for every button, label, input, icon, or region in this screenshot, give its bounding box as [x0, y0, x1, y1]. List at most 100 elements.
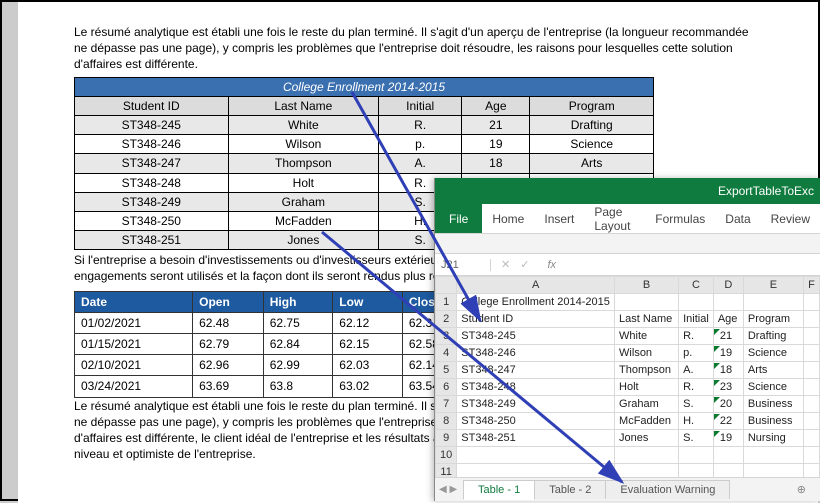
cell[interactable] — [803, 379, 819, 396]
cell[interactable]: ST348-250 — [457, 413, 615, 430]
cell[interactable]: Drafting — [743, 328, 803, 345]
cell[interactable] — [803, 362, 819, 379]
ribbon-data[interactable]: Data — [715, 204, 760, 233]
select-all-corner[interactable] — [436, 277, 457, 294]
cell[interactable] — [743, 464, 803, 478]
cell[interactable]: Initial — [679, 311, 714, 328]
cell[interactable]: College Enrollment 2014-2015 — [457, 294, 615, 311]
row-header[interactable]: 10 — [436, 447, 457, 464]
cell[interactable] — [713, 294, 743, 311]
row-header[interactable]: 6 — [436, 379, 457, 396]
cell[interactable]: 20 — [713, 396, 743, 413]
name-box[interactable]: J21 — [435, 259, 491, 271]
column-header[interactable]: E — [743, 277, 803, 294]
column-header[interactable]: B — [615, 277, 679, 294]
cell[interactable] — [803, 311, 819, 328]
ribbon-formulas[interactable]: Formulas — [645, 204, 715, 233]
cell[interactable]: Science — [743, 345, 803, 362]
cell[interactable] — [679, 294, 714, 311]
cell[interactable]: ST348-251 — [457, 430, 615, 447]
cell[interactable]: Student ID — [457, 311, 615, 328]
tab-evaluation-warning[interactable]: Evaluation Warning — [605, 480, 730, 499]
ribbon-home[interactable]: Home — [482, 204, 534, 233]
row-header[interactable]: 2 — [436, 311, 457, 328]
cell[interactable]: Business — [743, 396, 803, 413]
cell[interactable] — [803, 294, 819, 311]
cell[interactable]: Thompson — [615, 362, 679, 379]
ribbon-insert[interactable]: Insert — [534, 204, 584, 233]
cell[interactable]: R. — [679, 328, 714, 345]
cell[interactable]: 19 — [713, 430, 743, 447]
cell[interactable] — [803, 345, 819, 362]
row-header[interactable]: 1 — [436, 294, 457, 311]
cell[interactable]: H. — [679, 413, 714, 430]
cell[interactable] — [803, 413, 819, 430]
cell[interactable]: Business — [743, 413, 803, 430]
cell[interactable]: Graham — [615, 396, 679, 413]
cell[interactable]: Science — [743, 379, 803, 396]
cell[interactable]: 21 — [713, 328, 743, 345]
cell[interactable] — [803, 464, 819, 478]
cell[interactable]: Age — [713, 311, 743, 328]
cell[interactable]: R. — [679, 379, 714, 396]
cell[interactable] — [803, 447, 819, 464]
cell[interactable]: 23 — [713, 379, 743, 396]
cell[interactable]: 18 — [713, 362, 743, 379]
cell[interactable]: McFadden — [615, 413, 679, 430]
ribbon-pagelayout[interactable]: Page Layout — [584, 204, 645, 233]
cell[interactable] — [743, 294, 803, 311]
cell[interactable] — [457, 464, 615, 478]
cell[interactable]: Last Name — [615, 311, 679, 328]
sheet-area[interactable]: ABCDEF 1College Enrollment 2014-20152Stud… — [435, 276, 820, 477]
row-header[interactable]: 9 — [436, 430, 457, 447]
cell[interactable] — [457, 447, 615, 464]
cell[interactable] — [803, 328, 819, 345]
ribbon-file[interactable]: File — [435, 204, 482, 233]
tab-nav-arrows[interactable]: ◀ ▶ — [439, 484, 457, 495]
cell[interactable]: S. — [679, 430, 714, 447]
row-header[interactable]: 4 — [436, 345, 457, 362]
cell[interactable] — [679, 464, 714, 478]
cell[interactable]: Jones — [615, 430, 679, 447]
column-header[interactable]: C — [679, 277, 714, 294]
column-header[interactable]: D — [713, 277, 743, 294]
spreadsheet-grid[interactable]: ABCDEF 1College Enrollment 2014-20152Stud… — [435, 276, 820, 477]
enter-icon[interactable]: ✓ — [520, 258, 529, 271]
cell[interactable]: S. — [679, 396, 714, 413]
cell[interactable] — [615, 294, 679, 311]
cell[interactable]: 19 — [713, 345, 743, 362]
row-header[interactable]: 8 — [436, 413, 457, 430]
tab-table-1[interactable]: Table - 1 — [463, 480, 535, 500]
ribbon-review[interactable]: Review — [761, 204, 820, 233]
cell[interactable] — [615, 447, 679, 464]
cell[interactable]: ST348-247 — [457, 362, 615, 379]
tab-table-2[interactable]: Table - 2 — [534, 480, 606, 499]
cell[interactable]: ST348-249 — [457, 396, 615, 413]
column-header[interactable]: F — [803, 277, 819, 294]
cell[interactable]: ST348-248 — [457, 379, 615, 396]
cell[interactable]: 22 — [713, 413, 743, 430]
row-header[interactable]: 7 — [436, 396, 457, 413]
cell[interactable]: A. — [679, 362, 714, 379]
row-header[interactable]: 5 — [436, 362, 457, 379]
column-header[interactable]: A — [457, 277, 615, 294]
cell[interactable]: Arts — [743, 362, 803, 379]
row-header[interactable]: 3 — [436, 328, 457, 345]
add-sheet-button[interactable]: ⊕ — [789, 483, 814, 496]
cell[interactable] — [713, 464, 743, 478]
cell[interactable]: Nursing — [743, 430, 803, 447]
cell[interactable] — [743, 447, 803, 464]
cell[interactable]: Holt — [615, 379, 679, 396]
cell[interactable]: Wilson — [615, 345, 679, 362]
cell[interactable] — [803, 396, 819, 413]
cell[interactable] — [713, 447, 743, 464]
cell[interactable]: ST348-246 — [457, 345, 615, 362]
cell[interactable] — [615, 464, 679, 478]
cell[interactable]: p. — [679, 345, 714, 362]
cell[interactable]: White — [615, 328, 679, 345]
row-header[interactable]: 11 — [436, 464, 457, 478]
cell[interactable] — [803, 430, 819, 447]
cancel-icon[interactable]: ✕ — [501, 258, 510, 271]
cell[interactable]: ST348-245 — [457, 328, 615, 345]
cell[interactable] — [679, 447, 714, 464]
